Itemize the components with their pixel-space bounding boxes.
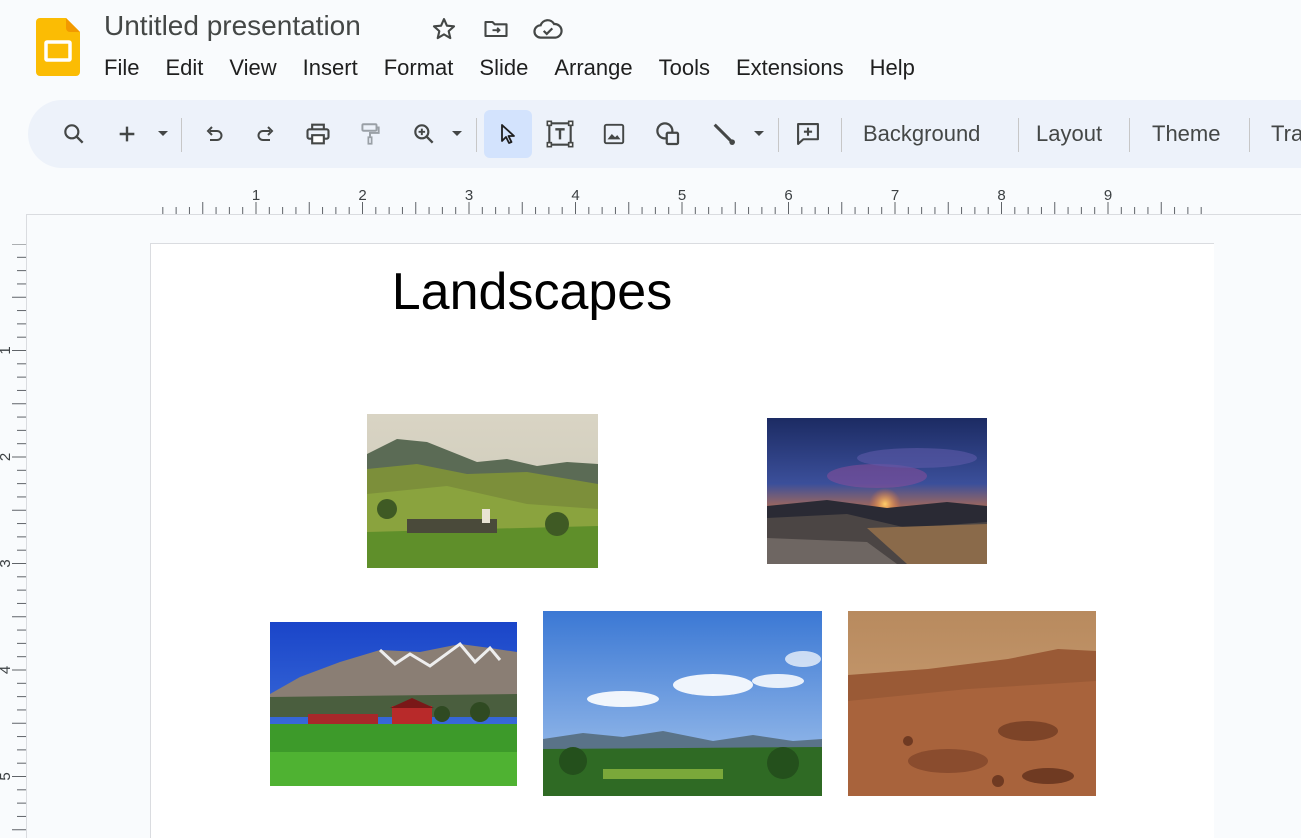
shape-icon[interactable]	[648, 110, 688, 158]
redo-icon[interactable]	[248, 110, 284, 158]
image-icon[interactable]	[594, 110, 634, 158]
ruler-label-h: 1	[252, 187, 260, 204]
slides-logo-icon[interactable]	[36, 18, 80, 76]
menu-view[interactable]: View	[216, 54, 289, 82]
undo-icon[interactable]	[196, 110, 232, 158]
transition-button[interactable]: Tra	[1271, 110, 1301, 158]
line-icon[interactable]	[704, 110, 744, 158]
toolbar: Background Layout Theme Tra	[28, 100, 1301, 168]
document-title[interactable]: Untitled presentation	[104, 10, 361, 42]
cloud-saved-icon[interactable]	[532, 14, 564, 44]
comment-icon[interactable]	[788, 110, 828, 158]
mars-desert-image[interactable]	[848, 611, 1096, 796]
sunset-image[interactable]	[767, 418, 987, 564]
search-icon[interactable]	[54, 110, 94, 158]
alpine-village-image[interactable]	[367, 414, 598, 568]
slide-title[interactable]: Landscapes	[0, 262, 1064, 322]
vertical-ruler[interactable]: 1 2 3 4 5	[0, 243, 26, 838]
paint-format-icon[interactable]	[352, 110, 388, 158]
ruler-label-h: 6	[784, 187, 792, 204]
zoom-dropdown-icon[interactable]	[446, 110, 468, 158]
menu-help[interactable]: Help	[857, 54, 928, 82]
menu-insert[interactable]: Insert	[290, 54, 371, 82]
ruler-label-v: 5	[0, 772, 14, 780]
farm-mountain-image[interactable]	[270, 622, 517, 786]
menu-edit[interactable]: Edit	[152, 54, 216, 82]
menu-tools[interactable]: Tools	[646, 54, 723, 82]
menu-extensions[interactable]: Extensions	[723, 54, 857, 82]
select-icon[interactable]	[484, 110, 532, 158]
ruler-label-h: 3	[465, 187, 473, 204]
ruler-label-h: 2	[358, 187, 366, 204]
theme-button[interactable]: Theme	[1152, 110, 1220, 158]
ruler-label-v: 1	[0, 346, 14, 354]
menu-slide[interactable]: Slide	[466, 54, 541, 82]
zoom-icon[interactable]	[406, 110, 442, 158]
print-icon[interactable]	[300, 110, 336, 158]
new-slide-dropdown-icon[interactable]	[152, 110, 174, 158]
menu-bar: File Edit View Insert Format Slide Arran…	[104, 54, 928, 82]
forest-sky-image[interactable]	[543, 611, 822, 796]
text-box-icon[interactable]	[540, 110, 580, 158]
ruler-label-v: 4	[0, 666, 14, 674]
ruler-label-h: 7	[891, 187, 899, 204]
background-button[interactable]: Background	[863, 110, 980, 158]
ruler-label-h: 4	[571, 187, 579, 204]
move-to-folder-icon[interactable]	[480, 14, 512, 44]
ruler-label-h: 8	[997, 187, 1005, 204]
layout-button[interactable]: Layout	[1036, 110, 1102, 158]
star-icon[interactable]	[428, 14, 460, 44]
ruler-label-h: 9	[1104, 187, 1112, 204]
menu-arrange[interactable]: Arrange	[541, 54, 645, 82]
menu-file[interactable]: File	[104, 54, 152, 82]
ruler-label-v: 3	[0, 559, 14, 567]
horizontal-ruler[interactable]: 1 2 3 4 5 6 7 8 9	[149, 178, 1214, 214]
menu-format[interactable]: Format	[371, 54, 467, 82]
ruler-label-h: 5	[678, 187, 686, 204]
ruler-label-v: 2	[0, 453, 14, 461]
new-slide-icon[interactable]	[112, 110, 142, 158]
line-dropdown-icon[interactable]	[748, 110, 770, 158]
